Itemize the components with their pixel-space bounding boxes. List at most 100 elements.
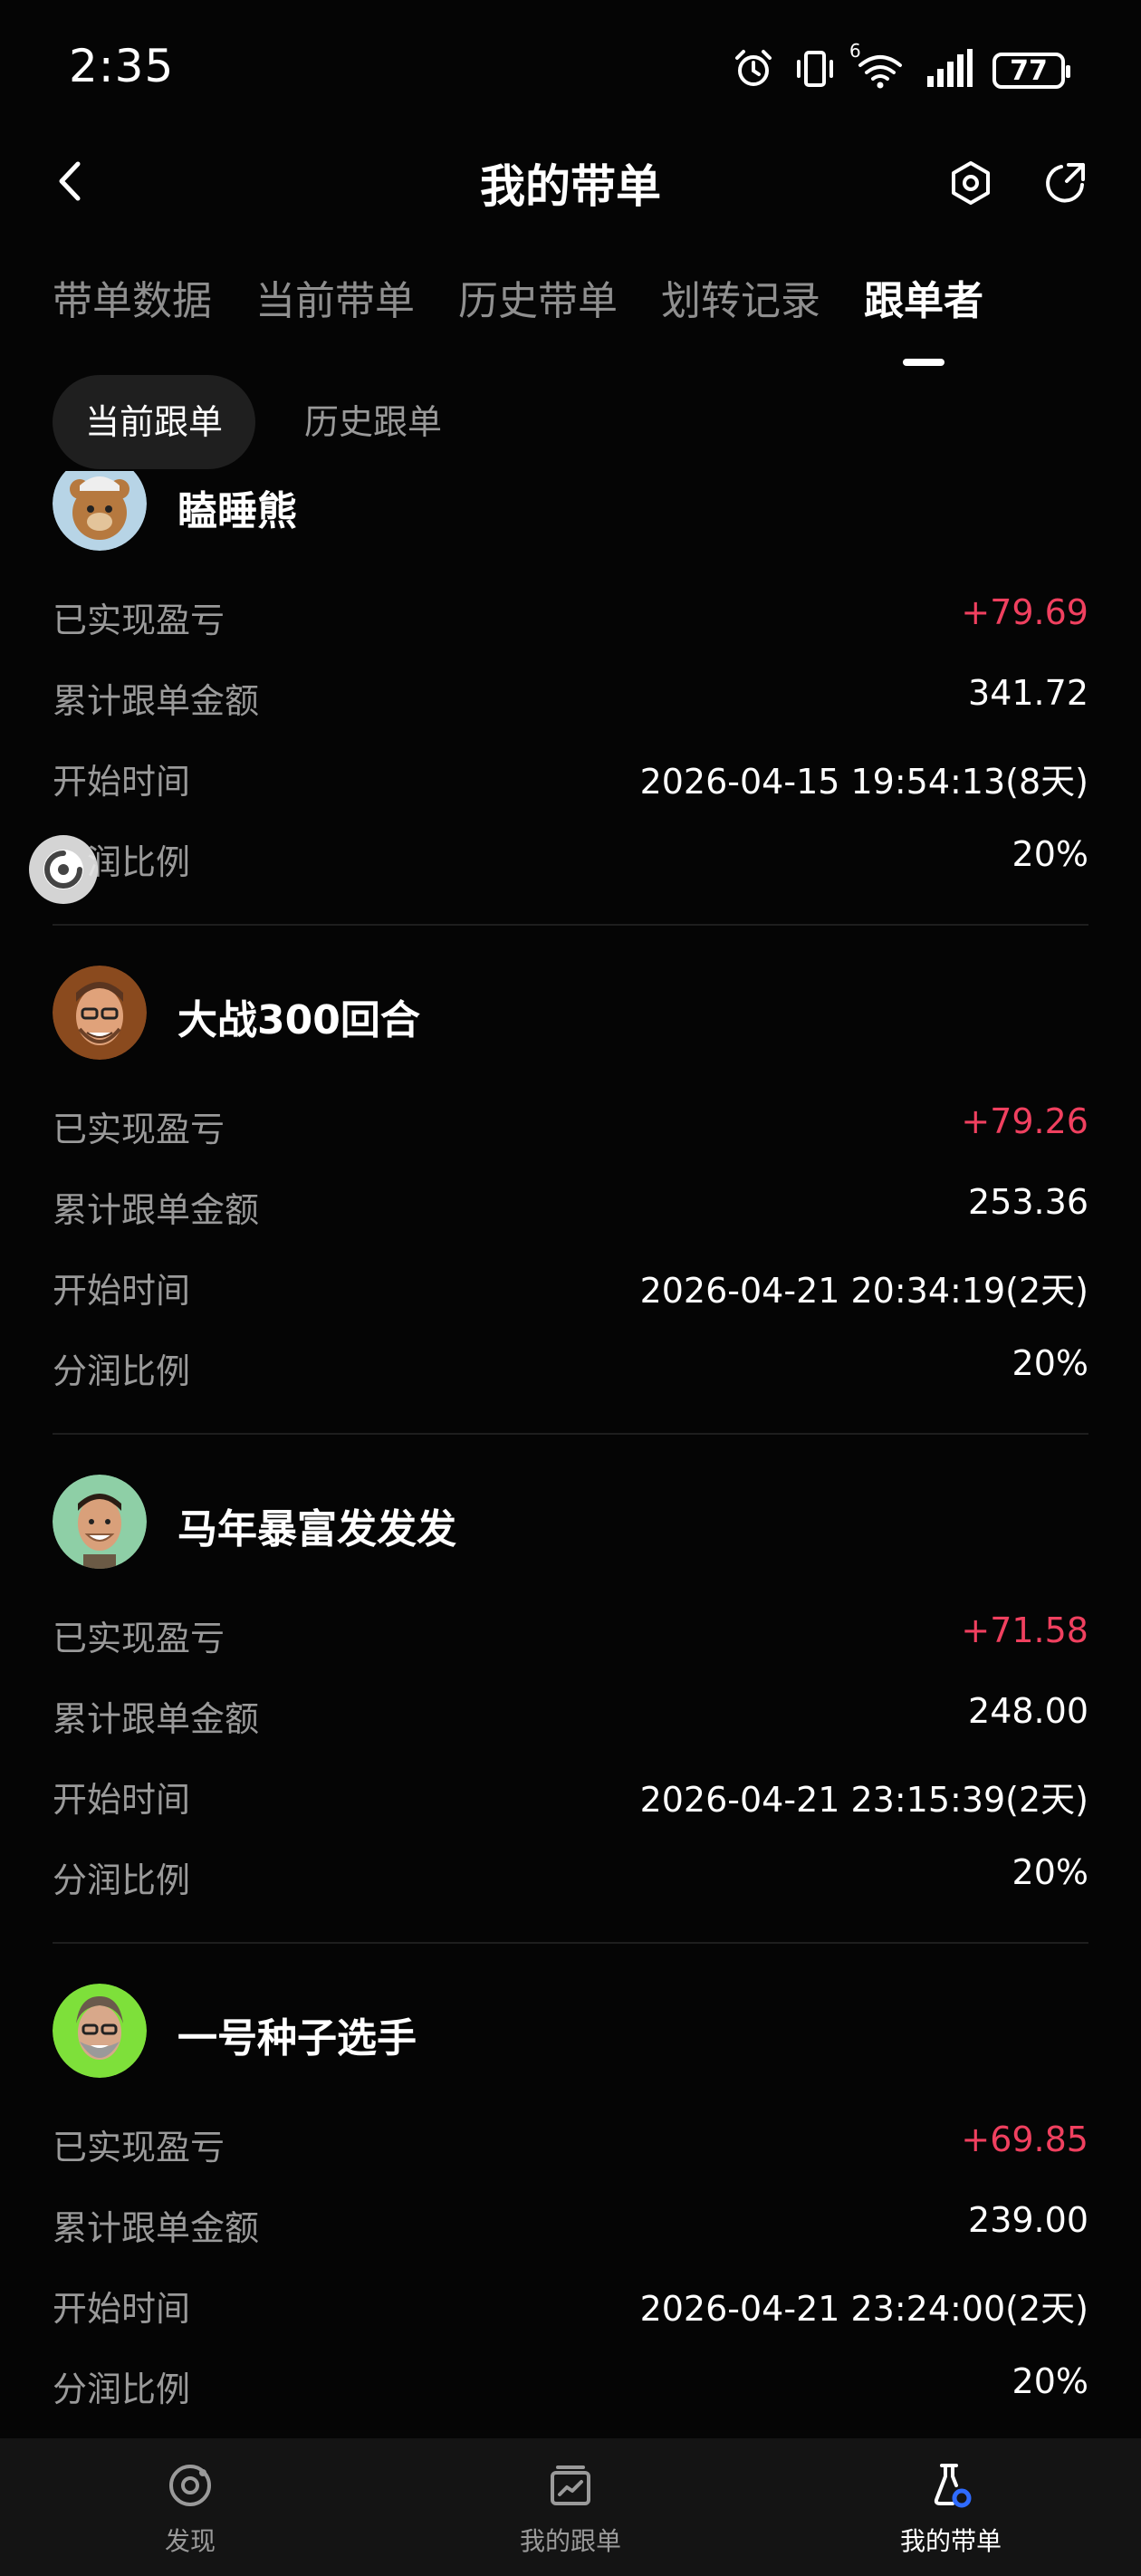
pnl-label: 已实现盈亏 bbox=[53, 601, 225, 640]
start-value: 2026-04-21 23:24:00(2天) bbox=[639, 2289, 1088, 2329]
nav-my-follow[interactable]: 我的跟单 bbox=[380, 2438, 761, 2576]
tab-followers[interactable]: 跟单者 bbox=[864, 268, 983, 366]
amount-value: 239.00 bbox=[968, 2200, 1088, 2240]
follower-name: 大战300回合 bbox=[177, 997, 420, 1043]
share-label: 润比例 bbox=[87, 842, 191, 882]
status-time: 2:35 bbox=[69, 40, 175, 92]
pnl-value: +69.85 bbox=[961, 2119, 1088, 2159]
share-row: 分润比例 20% bbox=[53, 1852, 1088, 1907]
amount-label: 累计跟单金额 bbox=[53, 2208, 260, 2248]
status-bar: 2:35 6 77 bbox=[0, 0, 1141, 136]
battery-icon: 77 bbox=[992, 53, 1070, 89]
vibrate-icon bbox=[793, 47, 837, 94]
amount-value: 341.72 bbox=[968, 673, 1088, 713]
signal-icon bbox=[924, 47, 974, 94]
pnl-value: +79.26 bbox=[961, 1101, 1088, 1141]
card-divider bbox=[53, 924, 1088, 926]
avatar bbox=[53, 1984, 147, 2078]
amount-label: 累计跟单金额 bbox=[53, 1699, 260, 1739]
amount-row: 累计跟单金额 341.72 bbox=[53, 673, 1088, 727]
card-divider bbox=[53, 1433, 1088, 1435]
start-row: 开始时间 2026-04-15 19:54:13(8天) bbox=[53, 754, 1088, 808]
share-label: 分润比例 bbox=[53, 1860, 191, 1900]
amount-label: 累计跟单金额 bbox=[53, 1190, 260, 1230]
alarm-icon bbox=[732, 47, 775, 94]
follower-list-viewport: 瞌睡熊 已实现盈亏 +79.69 累计跟单金额 341.72 开始时间 2026… bbox=[0, 471, 1141, 2438]
pnl-label: 已实现盈亏 bbox=[53, 2128, 225, 2167]
follower-card[interactable]: 瞌睡熊 已实现盈亏 +79.69 累计跟单金额 341.72 开始时间 2026… bbox=[53, 471, 1088, 966]
screen: 2:35 6 77 我的带单 带单数据 当前带单 历史带单 划转记录 跟单者 当… bbox=[0, 0, 1141, 2576]
floating-assistant-button[interactable] bbox=[29, 835, 98, 904]
nav-discover[interactable]: 发现 bbox=[0, 2438, 380, 2576]
share-row: 分润比例 20% bbox=[53, 2361, 1088, 2416]
amount-label: 累计跟单金额 bbox=[53, 681, 260, 721]
segment-current-follow[interactable]: 当前跟单 bbox=[53, 375, 256, 469]
avatar bbox=[53, 1475, 147, 1569]
top-app-bar: 我的带单 bbox=[0, 136, 1141, 226]
wifi-icon: 6 bbox=[849, 40, 906, 94]
nav-label: 发现 bbox=[164, 2526, 216, 2556]
start-label: 开始时间 bbox=[53, 1271, 191, 1311]
amount-value: 253.36 bbox=[968, 1182, 1088, 1222]
avatar bbox=[53, 471, 147, 551]
start-value: 2026-04-15 19:54:13(8天) bbox=[639, 762, 1088, 802]
discover-icon bbox=[163, 2458, 217, 2513]
start-label: 开始时间 bbox=[53, 762, 191, 802]
share-button[interactable] bbox=[1040, 158, 1090, 208]
pnl-row: 已实现盈亏 +69.85 bbox=[53, 2119, 1088, 2174]
avatar bbox=[53, 966, 147, 1060]
flask-icon bbox=[924, 2458, 978, 2513]
amount-row: 累计跟单金额 253.36 bbox=[53, 1182, 1088, 1236]
start-label: 开始时间 bbox=[53, 1780, 191, 1820]
start-row: 开始时间 2026-04-21 23:24:00(2天) bbox=[53, 2281, 1088, 2335]
pnl-row: 已实现盈亏 +79.26 bbox=[53, 1101, 1088, 1156]
follower-header: 一号种子选手 bbox=[53, 1984, 1088, 2078]
follower-header: 大战300回合 bbox=[53, 966, 1088, 1060]
amount-row: 累计跟单金额 248.00 bbox=[53, 1691, 1088, 1745]
share-value: 20% bbox=[1012, 1852, 1088, 1892]
pnl-label: 已实现盈亏 bbox=[53, 1110, 225, 1149]
follower-header: 马年暴富发发发 bbox=[53, 1475, 1088, 1569]
share-value: 20% bbox=[1012, 1343, 1088, 1383]
tab-bar: 带单数据 当前带单 历史带单 划转记录 跟单者 bbox=[53, 268, 983, 366]
follower-name: 马年暴富发发发 bbox=[177, 1506, 456, 1552]
pnl-value: +79.69 bbox=[961, 592, 1088, 632]
nav-label: 我的带单 bbox=[899, 2526, 1002, 2556]
share-row: 润比例 20% bbox=[53, 834, 1088, 889]
hexagon-settings-icon bbox=[952, 161, 990, 205]
follower-card[interactable]: 一号种子选手 已实现盈亏 +69.85 累计跟单金额 239.00 开始时间 2… bbox=[53, 1984, 1088, 2438]
share-label: 分润比例 bbox=[53, 1351, 191, 1391]
follow-segment-control: 当前跟单 历史跟单 bbox=[53, 375, 475, 469]
tab-current-lead[interactable]: 当前带单 bbox=[255, 268, 415, 326]
segment-history-follow[interactable]: 历史跟单 bbox=[272, 375, 475, 469]
share-arrow-icon bbox=[1046, 163, 1085, 203]
status-icons: 6 77 bbox=[732, 40, 1070, 94]
share-row: 分润比例 20% bbox=[53, 1343, 1088, 1398]
wifi-badge: 6 bbox=[849, 40, 861, 62]
refresh-ring-icon bbox=[43, 850, 83, 889]
follower-card[interactable]: 大战300回合 已实现盈亏 +79.26 累计跟单金额 253.36 开始时间 … bbox=[53, 966, 1088, 1475]
tab-history-lead[interactable]: 历史带单 bbox=[458, 268, 618, 326]
share-label: 分润比例 bbox=[53, 2369, 191, 2409]
start-label: 开始时间 bbox=[53, 2289, 191, 2329]
settings-button[interactable] bbox=[945, 158, 996, 208]
start-value: 2026-04-21 20:34:19(2天) bbox=[639, 1271, 1088, 1311]
share-value: 20% bbox=[1012, 2361, 1088, 2401]
start-value: 2026-04-21 23:15:39(2天) bbox=[639, 1780, 1088, 1820]
pnl-row: 已实现盈亏 +71.58 bbox=[53, 1610, 1088, 1665]
amount-value: 248.00 bbox=[968, 1691, 1088, 1731]
pnl-value: +71.58 bbox=[961, 1610, 1088, 1650]
tab-lead-data[interactable]: 带单数据 bbox=[53, 268, 212, 326]
tab-transfer-records[interactable]: 划转记录 bbox=[661, 268, 820, 326]
amount-row: 累计跟单金额 239.00 bbox=[53, 2200, 1088, 2254]
follower-name: 瞌睡熊 bbox=[177, 488, 297, 534]
chart-box-icon bbox=[543, 2458, 598, 2513]
bottom-nav: 发现 我的跟单 我的带单 bbox=[0, 2438, 1141, 2576]
battery-level: 77 bbox=[1010, 54, 1048, 87]
pnl-label: 已实现盈亏 bbox=[53, 1619, 225, 1658]
follower-header: 瞌睡熊 bbox=[53, 471, 1088, 551]
share-value: 20% bbox=[1012, 834, 1088, 874]
nav-my-lead[interactable]: 我的带单 bbox=[761, 2438, 1141, 2576]
follower-card[interactable]: 马年暴富发发发 已实现盈亏 +71.58 累计跟单金额 248.00 开始时间 … bbox=[53, 1475, 1088, 1984]
start-row: 开始时间 2026-04-21 20:34:19(2天) bbox=[53, 1263, 1088, 1317]
